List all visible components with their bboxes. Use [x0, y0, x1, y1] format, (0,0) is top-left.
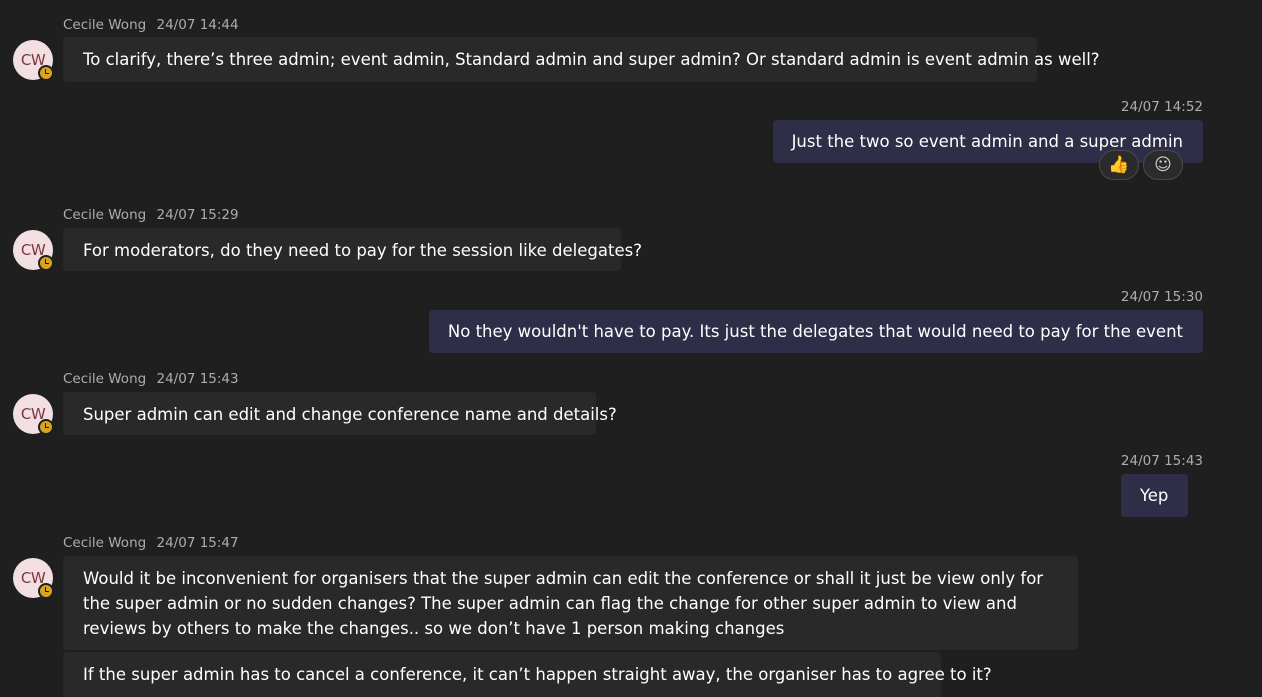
message-bubble[interactable]: Super admin can edit and change conferen…	[63, 392, 617, 435]
message-bubble[interactable]: Would it be inconvenient for organisers …	[63, 556, 1078, 650]
message-bubble[interactable]: For moderators, do they need to pay for …	[63, 228, 642, 271]
message-time: 24/07 14:44	[156, 17, 239, 33]
sender-name[interactable]: Cecile Wong	[63, 17, 146, 33]
message-text: Super admin can edit and change conferen…	[83, 405, 617, 424]
message-text: If the super admin has to cancel a confe…	[83, 665, 992, 684]
away-status-icon	[38, 255, 54, 271]
away-status-icon	[38, 583, 54, 599]
message-meta: Cecile Wong 24/07 15:29	[63, 207, 239, 223]
add-reaction-icon[interactable]: ☺	[1143, 150, 1183, 180]
message-meta: Cecile Wong 24/07 15:47	[63, 535, 239, 551]
message-text: To clarify, there’s three admin; event a…	[83, 50, 1100, 69]
message-time: 24/07 15:43	[1120, 453, 1203, 469]
chat-thread: Cecile Wong 24/07 14:44 CW To clarify, t…	[0, 0, 1262, 697]
avatar[interactable]: CW	[13, 230, 54, 271]
message-time: 24/07 15:29	[156, 207, 239, 223]
message-bubble[interactable]: Yep	[1120, 474, 1189, 517]
sender-name[interactable]: Cecile Wong	[63, 371, 146, 387]
message-bubble[interactable]: If the super admin has to cancel a confe…	[63, 652, 992, 697]
message-outgoing: 24/07 15:30 No they wouldn't have to pay…	[428, 289, 1203, 353]
sender-name[interactable]: Cecile Wong	[63, 207, 146, 223]
message-text: Would it be inconvenient for organisers …	[83, 569, 1044, 638]
avatar[interactable]: CW	[13, 394, 54, 435]
avatar[interactable]: CW	[13, 40, 54, 81]
message-text: Yep	[1139, 486, 1169, 505]
away-status-icon	[38, 419, 54, 435]
message-bubble[interactable]: To clarify, there’s three admin; event a…	[63, 37, 1100, 82]
sender-name[interactable]: Cecile Wong	[63, 535, 146, 551]
message-meta: Cecile Wong 24/07 14:44	[63, 17, 239, 33]
message-outgoing: 24/07 14:52 Just the two so event admin …	[772, 99, 1203, 180]
message-text: Just the two so event admin and a super …	[791, 132, 1183, 151]
message-bubble[interactable]: No they wouldn't have to pay. Its just t…	[428, 310, 1203, 353]
message-text: For moderators, do they need to pay for …	[83, 241, 642, 260]
thumbs-up-icon[interactable]: 👍	[1099, 150, 1139, 180]
avatar[interactable]: CW	[13, 558, 54, 599]
message-outgoing: 24/07 15:43 Yep	[1120, 453, 1203, 517]
message-text: No they wouldn't have to pay. Its just t…	[447, 322, 1183, 341]
message-time: 24/07 14:52	[1120, 99, 1203, 115]
away-status-icon	[38, 65, 54, 81]
message-meta: Cecile Wong 24/07 15:43	[63, 371, 239, 387]
reactions-bar: 👍 ☺	[1099, 150, 1183, 180]
message-time: 24/07 15:43	[156, 371, 239, 387]
message-time: 24/07 15:47	[156, 535, 239, 551]
message-time: 24/07 15:30	[1120, 289, 1203, 305]
